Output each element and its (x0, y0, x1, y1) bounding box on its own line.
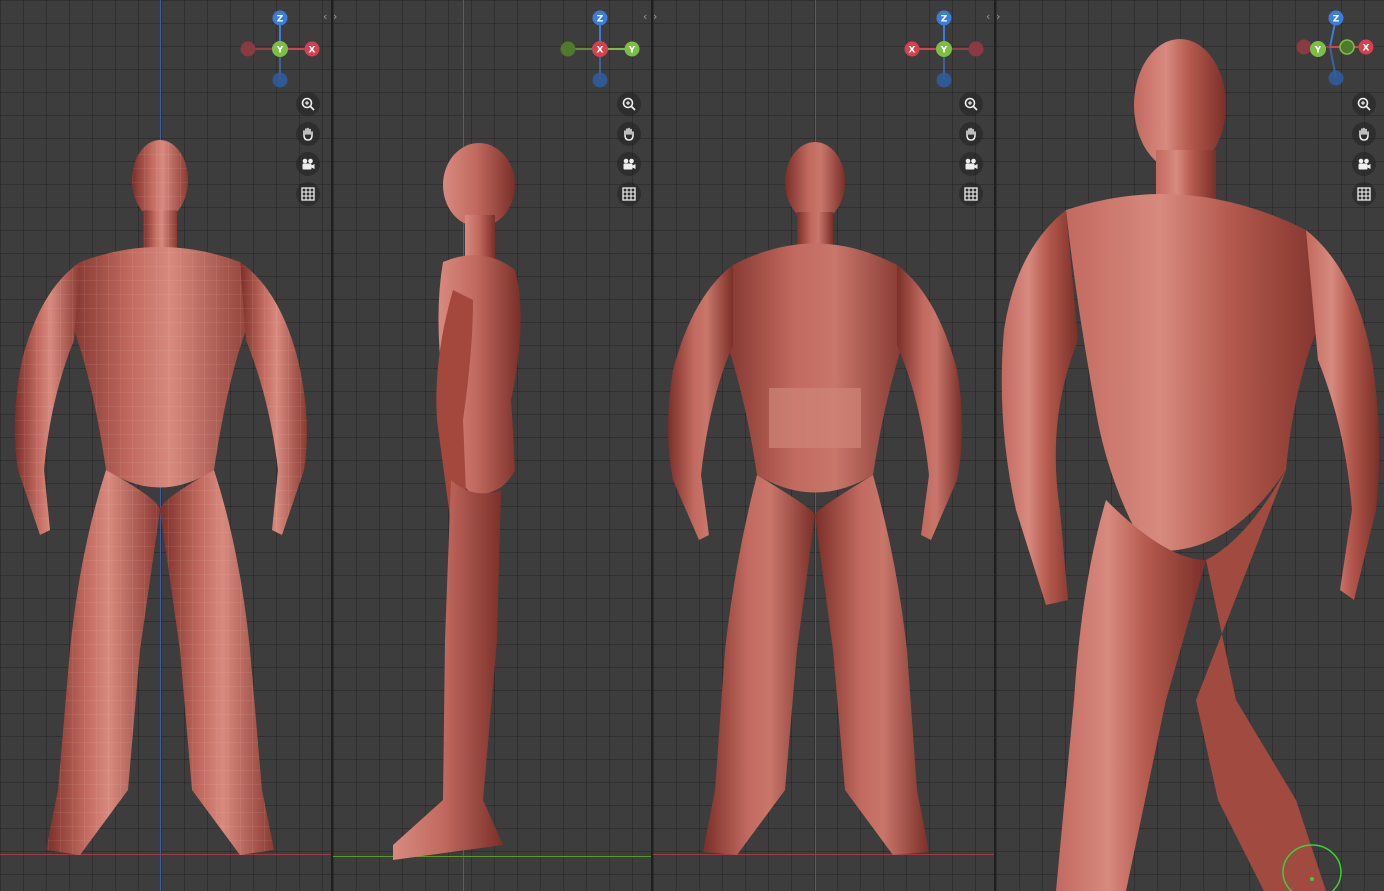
gizmo-center-label: Y (1314, 46, 1322, 56)
blender-quad-viewport: Z Y X ‹ › Z X Y ‹ › Z Y X ‹ › Z Y X (0, 0, 1384, 891)
viewport-back[interactable]: › Z Y X ‹ (653, 0, 994, 891)
character-mesh-perspective[interactable] (996, 0, 1384, 891)
gizmo-center-label: X (597, 46, 604, 56)
gizmo-center-label: Y (276, 46, 284, 56)
gizmo-right-label: X (1363, 44, 1370, 54)
character-mesh-back[interactable] (653, 0, 994, 891)
viewport-side[interactable]: › Z X Y ‹ (333, 0, 651, 891)
viewport-nav-controls (959, 92, 985, 212)
gizmo-center-label: Y (940, 46, 948, 56)
gizmo-z-label: Z (597, 15, 604, 25)
viewport-perspective[interactable]: › Z Y X (996, 0, 1384, 891)
gizmo-z-label: Z (1333, 15, 1340, 25)
axis-gizmo[interactable]: Z Y X (236, 8, 326, 88)
viewport-nav-controls (296, 92, 322, 212)
collapse-arrow-icon[interactable]: ‹ (986, 11, 990, 23)
character-mesh-side[interactable] (333, 0, 651, 891)
gizmo-right-label: X (309, 46, 316, 56)
camera-icon[interactable] (1352, 152, 1376, 176)
viewport-front[interactable]: Z Y X ‹ (0, 0, 331, 891)
gizmo-z-label: Z (941, 15, 948, 25)
viewport-nav-controls (1352, 92, 1378, 212)
gizmo-left-label: X (909, 46, 916, 56)
collapse-arrow-icon[interactable]: ‹ (323, 11, 327, 23)
zoom-icon[interactable] (617, 92, 641, 116)
pan-hand-icon[interactable] (617, 122, 641, 146)
axis-gizmo[interactable]: Z Y X (899, 8, 989, 88)
camera-icon[interactable] (617, 152, 641, 176)
pan-hand-icon[interactable] (959, 122, 983, 146)
axis-gizmo[interactable]: Z Y X (1290, 6, 1380, 86)
viewport-nav-controls (617, 92, 643, 212)
gizmo-right-label: Y (628, 46, 636, 56)
camera-icon[interactable] (296, 152, 320, 176)
gizmo-z-label: Z (277, 15, 284, 25)
grid-icon[interactable] (959, 182, 983, 206)
zoom-icon[interactable] (296, 92, 320, 116)
grid-icon[interactable] (1352, 182, 1376, 206)
grid-icon[interactable] (617, 182, 641, 206)
axis-gizmo[interactable]: Z X Y (555, 8, 645, 88)
pan-hand-icon[interactable] (1352, 122, 1376, 146)
collapse-arrow-icon[interactable]: ‹ (643, 11, 647, 23)
camera-icon[interactable] (959, 152, 983, 176)
pan-hand-icon[interactable] (296, 122, 320, 146)
grid-icon[interactable] (296, 182, 320, 206)
zoom-icon[interactable] (1352, 92, 1376, 116)
character-mesh-front[interactable] (0, 0, 331, 891)
zoom-icon[interactable] (959, 92, 983, 116)
